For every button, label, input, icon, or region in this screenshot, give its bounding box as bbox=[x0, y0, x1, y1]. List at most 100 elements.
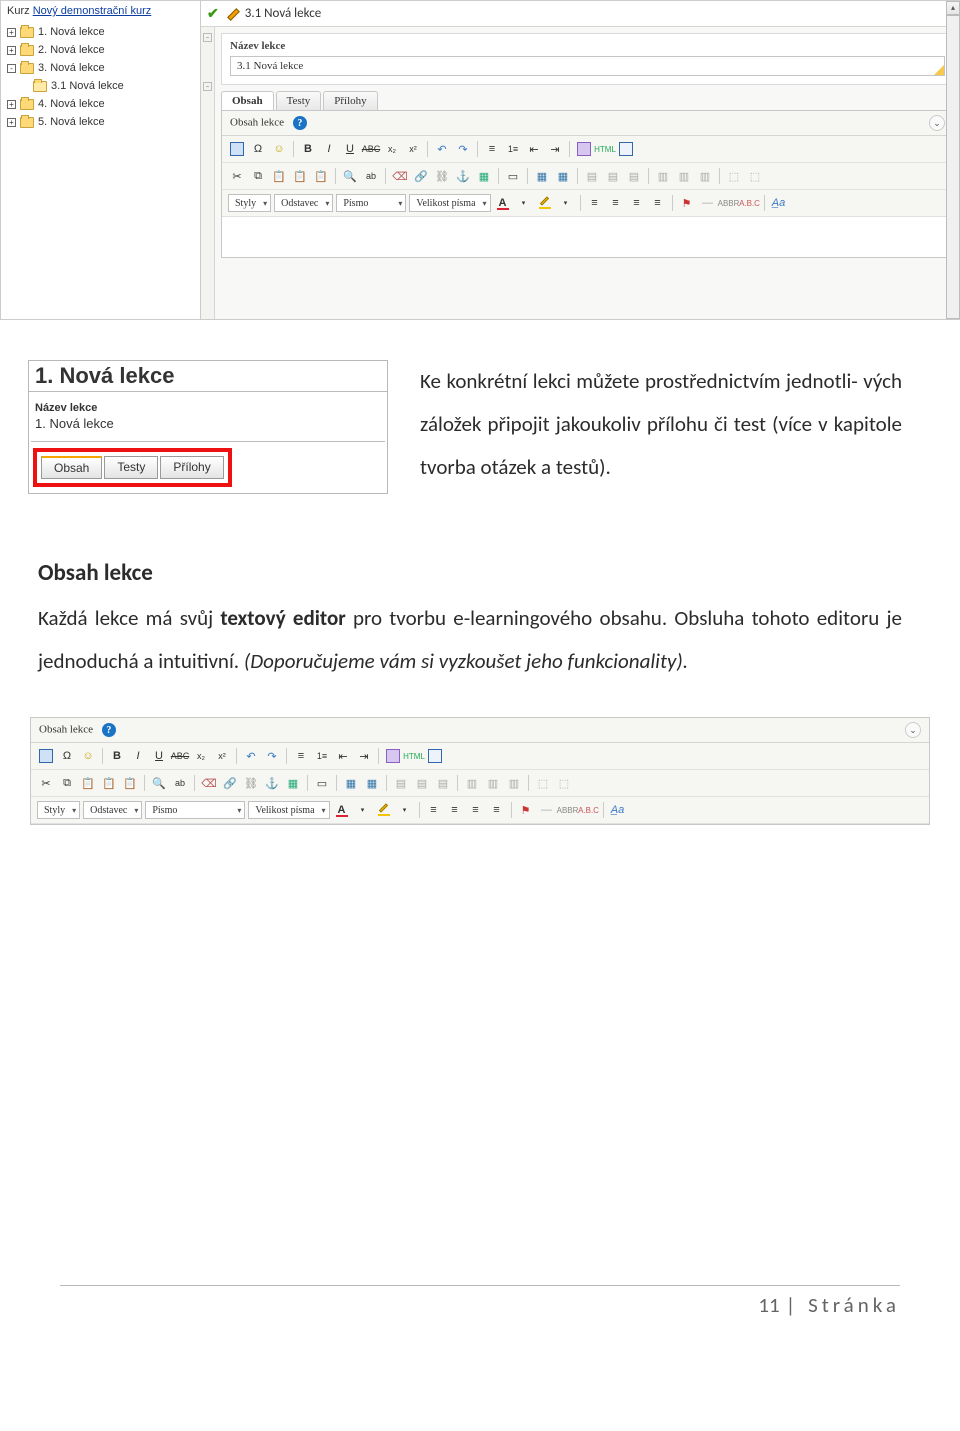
col2-icon[interactable]: ▥ bbox=[484, 774, 502, 792]
row2-icon[interactable]: ▤ bbox=[413, 774, 431, 792]
row-icon[interactable]: ▤ bbox=[392, 774, 410, 792]
unlink-icon[interactable]: ⛓ bbox=[433, 167, 451, 185]
preview-icon[interactable] bbox=[617, 140, 635, 158]
expand-icon[interactable]: + bbox=[7, 118, 16, 127]
table-edit-icon[interactable]: ▦ bbox=[363, 774, 381, 792]
tree-item[interactable]: 3.1 Nová lekce bbox=[7, 77, 194, 95]
underline-icon[interactable]: U bbox=[150, 747, 168, 765]
image-icon[interactable]: ▦ bbox=[284, 774, 302, 792]
copy-icon[interactable]: ⧉ bbox=[58, 774, 76, 792]
acronym-icon[interactable]: A.B.C bbox=[741, 194, 759, 212]
flag-icon[interactable]: ⚑ bbox=[517, 801, 535, 819]
align-justify-icon[interactable]: ≡ bbox=[649, 194, 667, 212]
image-icon[interactable]: ▦ bbox=[475, 167, 493, 185]
aa-icon[interactable]: A̲a bbox=[609, 801, 627, 819]
font-dropdown[interactable]: Písmo bbox=[145, 801, 245, 819]
fullscreen-icon[interactable] bbox=[384, 747, 402, 765]
abbr-icon[interactable]: ABBR bbox=[720, 194, 738, 212]
align-center-icon[interactable]: ≡ bbox=[446, 801, 464, 819]
undo-icon[interactable]: ↶ bbox=[433, 140, 451, 158]
tree-item[interactable]: +2. Nová lekce bbox=[7, 41, 194, 59]
lesson-name-input[interactable]: 3.1 Nová lekce bbox=[230, 56, 945, 76]
resize-handle-icon[interactable] bbox=[934, 65, 944, 75]
breadcrumb-course-link[interactable]: Nový demonstrační kurz bbox=[33, 5, 152, 17]
indent-icon[interactable]: ⇥ bbox=[546, 140, 564, 158]
cut-icon[interactable]: ✂ bbox=[228, 167, 246, 185]
merge-icon[interactable]: ⬚ bbox=[534, 774, 552, 792]
expand-icon[interactable]: + bbox=[7, 46, 16, 55]
collapse-icon[interactable]: - bbox=[7, 64, 16, 73]
superscript-icon[interactable]: x² bbox=[404, 140, 422, 158]
tab-testy[interactable]: Testy bbox=[276, 91, 322, 110]
row-icon[interactable]: ▤ bbox=[583, 167, 601, 185]
row3-icon[interactable]: ▤ bbox=[434, 774, 452, 792]
merge-icon[interactable]: ⬚ bbox=[725, 167, 743, 185]
highlight-arrow[interactable]: ▾ bbox=[557, 194, 575, 212]
redo-icon[interactable]: ↷ bbox=[454, 140, 472, 158]
eraser-icon[interactable]: ⌫ bbox=[391, 167, 409, 185]
expand-icon[interactable]: + bbox=[7, 100, 16, 109]
fontsize-dropdown[interactable]: Velikost písma bbox=[248, 801, 329, 819]
tree-item[interactable]: +5. Nová lekce bbox=[7, 113, 194, 131]
table-edit-icon[interactable]: ▦ bbox=[554, 167, 572, 185]
tree-item[interactable]: -3. Nová lekce bbox=[7, 59, 194, 77]
paste-text-icon[interactable]: 📋 bbox=[291, 167, 309, 185]
align-left-icon[interactable]: ≡ bbox=[425, 801, 443, 819]
col3-icon[interactable]: ▥ bbox=[505, 774, 523, 792]
align-center-icon[interactable]: ≡ bbox=[607, 194, 625, 212]
hr-icon[interactable]: — bbox=[538, 801, 556, 819]
preview-icon[interactable] bbox=[426, 747, 444, 765]
abbr-icon[interactable]: ABBR bbox=[559, 801, 577, 819]
expand-icon[interactable]: + bbox=[7, 28, 16, 37]
align-left-icon[interactable]: ≡ bbox=[586, 194, 604, 212]
row2-icon[interactable]: ▤ bbox=[604, 167, 622, 185]
find-icon[interactable]: 🔍 bbox=[341, 167, 359, 185]
col3-icon[interactable]: ▥ bbox=[696, 167, 714, 185]
paragraph-dropdown[interactable]: Odstavec bbox=[83, 801, 142, 819]
mini-tab-přílohy[interactable]: Přílohy bbox=[160, 456, 223, 479]
paste-word-icon[interactable]: 📋 bbox=[121, 774, 139, 792]
emoji-icon[interactable]: ☺ bbox=[270, 140, 288, 158]
outdent-icon[interactable]: ⇤ bbox=[334, 747, 352, 765]
undo-icon[interactable]: ↶ bbox=[242, 747, 260, 765]
link-icon[interactable]: 🔗 bbox=[412, 167, 430, 185]
collapse-chevron-icon[interactable]: ⌄ bbox=[905, 722, 921, 738]
table-icon[interactable]: ▦ bbox=[342, 774, 360, 792]
ul-icon[interactable]: ≡ bbox=[292, 747, 310, 765]
link-icon[interactable]: 🔗 bbox=[221, 774, 239, 792]
ol-icon[interactable]: 1≡ bbox=[504, 140, 522, 158]
acronym-icon[interactable]: A.B.C bbox=[580, 801, 598, 819]
collapse-toggle-icon[interactable]: – bbox=[203, 82, 212, 91]
style-dropdown[interactable]: Styly bbox=[228, 194, 271, 212]
find-icon[interactable]: 🔍 bbox=[150, 774, 168, 792]
tree-item[interactable]: +4. Nová lekce bbox=[7, 95, 194, 113]
strike-icon[interactable]: ABC bbox=[171, 747, 189, 765]
bold-icon[interactable]: B bbox=[299, 140, 317, 158]
align-right-icon[interactable]: ≡ bbox=[628, 194, 646, 212]
omega-icon[interactable]: Ω bbox=[249, 140, 267, 158]
anchor-icon[interactable]: ⚓ bbox=[454, 167, 472, 185]
highlight-arrow[interactable]: ▾ bbox=[396, 801, 414, 819]
scroll-up-arrow[interactable]: ▴ bbox=[946, 1, 960, 15]
html-icon[interactable]: HTML bbox=[405, 747, 423, 765]
col2-icon[interactable]: ▥ bbox=[675, 167, 693, 185]
text-color-arrow[interactable]: ▾ bbox=[515, 194, 533, 212]
help-icon[interactable]: ? bbox=[102, 723, 116, 737]
copy-icon[interactable]: ⧉ bbox=[249, 167, 267, 185]
indent-icon[interactable]: ⇥ bbox=[355, 747, 373, 765]
highlight-icon[interactable] bbox=[536, 194, 554, 212]
anchor-icon[interactable]: ⚓ bbox=[263, 774, 281, 792]
split-icon[interactable]: ⬚ bbox=[555, 774, 573, 792]
superscript-icon[interactable]: x² bbox=[213, 747, 231, 765]
paste-text-icon[interactable]: 📋 bbox=[100, 774, 118, 792]
tree-item[interactable]: +1. Nová lekce bbox=[7, 23, 194, 41]
flag-icon[interactable]: ⚑ bbox=[678, 194, 696, 212]
font-dropdown[interactable]: Písmo bbox=[336, 194, 406, 212]
col-icon[interactable]: ▥ bbox=[654, 167, 672, 185]
mini-tab-testy[interactable]: Testy bbox=[104, 456, 158, 479]
ol-icon[interactable]: 1≡ bbox=[313, 747, 331, 765]
aa-icon[interactable]: A̲a bbox=[770, 194, 788, 212]
cut-icon[interactable]: ✂ bbox=[37, 774, 55, 792]
tab-přílohy[interactable]: Přílohy bbox=[323, 91, 377, 110]
replace-icon[interactable]: ab bbox=[171, 774, 189, 792]
